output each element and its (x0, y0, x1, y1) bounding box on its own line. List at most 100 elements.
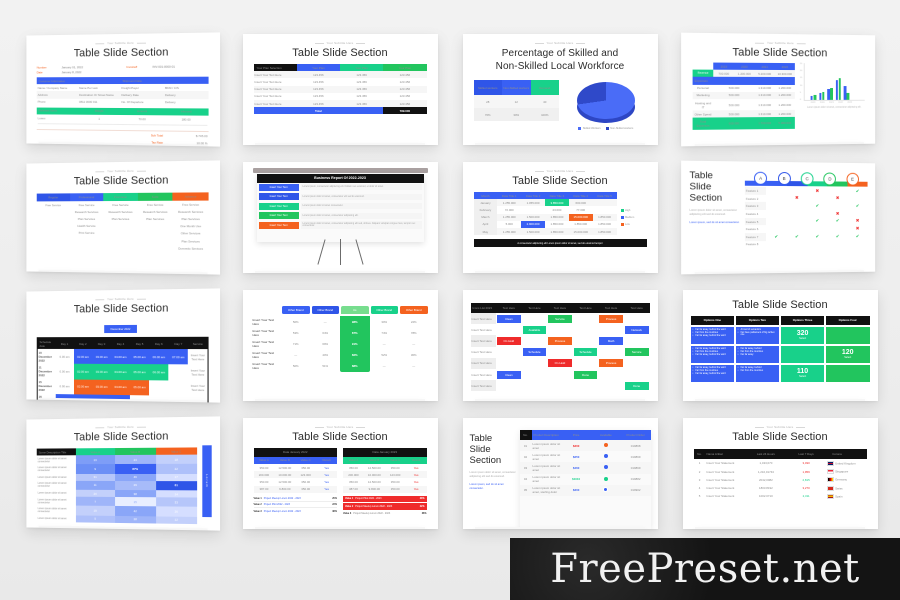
slide-cell-6[interactable]: Business Report Of 2022-2023 Insert Your… (230, 158, 450, 286)
slide-cell-5[interactable]: Your Subtitle Here Table Slide Section R… (10, 158, 230, 286)
product-table: No. Product Description Price Available Prod… (520, 430, 651, 496)
slide-footer-bar: 01 (695, 399, 865, 401)
month-table: Month Data Title 1 Data Title 2 Data Title … (474, 192, 617, 235)
slide-kicker: Your Subtitle Here (681, 40, 875, 46)
column-circle-d: D (823, 172, 836, 185)
slide-cell-1[interactable]: Your Subtitle Here Table Slide Section N… (10, 30, 230, 158)
check-icon: ✔ (855, 203, 859, 208)
table-row: Lorem ipsum dolor sit amet 5 28 12 (36, 514, 196, 523)
availability-dot (604, 465, 608, 469)
table-row: 03 Lorem ipsum dolor sit amet $460 019869 (520, 462, 651, 473)
watermark-banner: FreePreset.net (510, 538, 900, 600)
pie-chart (577, 82, 635, 124)
page-title: Table Slide Section (463, 175, 658, 187)
invoice-number: Invoice# INV-001-0000-01 (126, 64, 208, 69)
table-row: 3 Insert Your Statement 2042,0082 2,815 Ger… (694, 476, 867, 484)
slide-schedule-gantt[interactable]: Your Subtitle Here Table Slide Section D… (26, 288, 220, 402)
slide-cell-12[interactable]: Table Slide Section Options One Options … (670, 286, 890, 414)
watermark-text: FreePreset.net (550, 546, 859, 592)
cross-icon: ✖ (795, 195, 799, 200)
slide-month-highlight[interactable]: Your Subtitle Here Table Slide Section M… (463, 162, 658, 273)
slide-cell-4[interactable]: Your Subtitle Here Table Slide Section 2… (670, 30, 890, 158)
options-header-row: Options One Options Two Options Three Op… (683, 316, 878, 325)
table-row: April 5.000 2.900.000 1.850.000 1.850.000 1.8… (474, 221, 617, 228)
slide-expenses-chart[interactable]: Your Subtitle Here Table Slide Section 2… (681, 33, 875, 147)
slide-cell-15[interactable]: Table Slide Section Lorem ipsum dolor si… (450, 414, 670, 542)
table-row: May 1.255.000 1.500.000 1.850.000 15.000.000… (474, 228, 617, 235)
slide-cell-8[interactable]: Table Slide Section Lorem ipsum dolor si… (670, 158, 890, 286)
right-data-table: Data January 2023 Value A Value B Value CR… (343, 448, 427, 493)
slide-feature-matrix[interactable]: Table Slide Section Lorem ipsum dolor si… (681, 161, 875, 275)
chart-x-axis: 2019 2020 2021 2022 2023 (803, 102, 864, 104)
table-row: 2 Insert Your Statement 1,210,01743 1,959 S… (694, 468, 867, 476)
slide-footer-bar: 01 (475, 527, 645, 529)
check-icon: ✔ (855, 233, 859, 238)
slide-invoice[interactable]: Your Subtitle Here Table Slide Section N… (26, 32, 220, 146)
page-title: Table Slide Section (26, 430, 220, 444)
table-row: Insert Your Text Here 71% 69% 91% — — (252, 338, 429, 349)
page-title-line1: Percentage of Skilled and (463, 48, 658, 59)
table-row: Insert Text Here On Hold Process Math (471, 335, 650, 346)
table-row: February 72.000 23.000 77.000 (474, 206, 617, 213)
table-row: Feature 3 ✔ ✔ (744, 202, 867, 210)
slide-heatmap[interactable]: Your Subtitle Here Table Slide Section S… (26, 416, 220, 530)
table-row: 04 Lorem ipsum dolor sit amet $1010 019882 (520, 474, 651, 485)
cross-icon: ✖ (835, 196, 839, 201)
slide-cell-3[interactable]: Your Subtitle Here Percentage of Skilled… (450, 30, 670, 158)
table-row: 350.00 12.500.00 350.00 Yes (254, 464, 338, 471)
description-text: Lorem ipsum dolor sit amet, consectetur … (470, 471, 517, 479)
slide-options-cards[interactable]: Table Slide Section Options One Options … (683, 290, 878, 401)
slide-icons-matrix[interactable]: Icons List 2023 Text Here Text Here Text He… (463, 290, 658, 401)
slide-footer-bar: 01 (475, 143, 645, 145)
slide-cell-10[interactable]: Other Brand Other Brand Us Other Brand O… (230, 286, 450, 414)
link-text[interactable]: Lorem ipsum, sed do sit amet consectetur… (470, 483, 517, 491)
slide-plans-5col[interactable]: Your Subtitle Here Table Slide Section R… (26, 160, 220, 274)
options-row: Far far away, behind the wordFar from th… (683, 346, 878, 363)
table-row: Name / Company Name Name Per Lain Freight … (36, 84, 208, 91)
slide-cell-13[interactable]: Your Subtitle Here Table Slide Section S… (10, 414, 230, 542)
slide-cell-16[interactable]: Your Subtitle Here Table Slide Section N… (670, 414, 890, 542)
column-circle-a: A (754, 172, 767, 185)
check-icon: ✔ (815, 234, 819, 239)
slide-cell-11[interactable]: Icons List 2023 Text Here Text Here Text He… (450, 286, 670, 414)
table-row: 11 December 2022 0.00 am 02.00 am 03.00 am 0… (37, 364, 208, 381)
slide-footer-bar: 01 (255, 271, 425, 273)
slide-cell-14[interactable]: Your Subtitle Here Table Slide Section D… (230, 414, 450, 542)
legend-item: High (621, 209, 631, 212)
invoice-meta-row: Number January 01, 2022 (36, 65, 114, 69)
slide-product-order[interactable]: Table Slide Section Lorem ipsum dolor si… (463, 418, 658, 529)
chart-y-axis: 25 20 15 10 5 0 (799, 63, 801, 101)
slide-country-stats[interactable]: Your Subtitle Here Table Slide Section N… (683, 418, 878, 529)
page-title-line2: Non-Skilled Local Workforce (463, 61, 658, 72)
slide-dual-tables[interactable]: Your Subtitle Here Table Slide Section D… (243, 418, 438, 529)
slide-workforce-pie[interactable]: Your Subtitle Here Percentage of Skilled… (463, 34, 658, 145)
row-tag: Insert Your Text (259, 203, 299, 210)
row-text: Lorem ipsum dolor sit amet, consectetur … (301, 213, 422, 219)
table-row: Insert Your Text Here 123.456 123.456 123.4… (254, 100, 427, 107)
expenses-table: 2019 2020 2021 2022 Revenue 700.000 1.200.000… (692, 62, 794, 129)
page-title: Table Slide Section (243, 431, 438, 443)
legend-item: Medium (621, 216, 635, 219)
slide-footer-bar: 01 (38, 526, 207, 531)
page-title: Table Slide Section (26, 46, 220, 60)
customer-table: Customer Information Shipment Data Name /… (36, 77, 208, 106)
table-row: Hosting and IT 500.000 1.310.000 1.200.000 (692, 99, 794, 111)
report-row: Insert Your Text Lorem ipsum dolor sit a… (257, 202, 424, 211)
slide-cell-9[interactable]: Your Subtitle Here Table Slide Section D… (10, 286, 230, 414)
schedule-table: Schedule date Day 1 Day 2 Day 3 Day 4 Day 5 Da… (36, 337, 208, 403)
bar-chart (803, 63, 864, 101)
slide-brand-compare[interactable]: Other Brand Other Brand Us Other Brand O… (243, 290, 438, 401)
note-row: Value 3 Project Meetup Lorem 2022 - 2023 3… (254, 508, 338, 513)
report-row: Insert Your Text Lorem ipsum dolor sit a… (257, 211, 424, 220)
slide-cell-2[interactable]: Your Subtitle Here Table Slide Section Y… (230, 30, 450, 158)
bar-group (843, 86, 848, 100)
table-row: Insert Your Text Here 53% 64% 87% 74% 78% (252, 327, 429, 338)
chart-note: Lorem ipsum dolor sit amet, consectetur … (803, 107, 864, 111)
slide-cell-7[interactable]: Your Subtitle Here Table Slide Section M… (450, 158, 670, 286)
table-row: 10 December 2022 0.00 am 02.00 am 03.00 am 0… (37, 349, 208, 365)
table-row: Insert Your Text Here 50% —98% 30% 22% (252, 316, 429, 327)
check-icon: ✔ (815, 218, 819, 223)
slide-business-report-easel[interactable]: Business Report Of 2022-2023 Insert Your… (243, 162, 438, 273)
slide-plan-table[interactable]: Your Subtitle Here Table Slide Section Y… (243, 34, 438, 145)
link-text[interactable]: Lorem ipsum, sed do sit amet consectetur… (689, 221, 741, 225)
